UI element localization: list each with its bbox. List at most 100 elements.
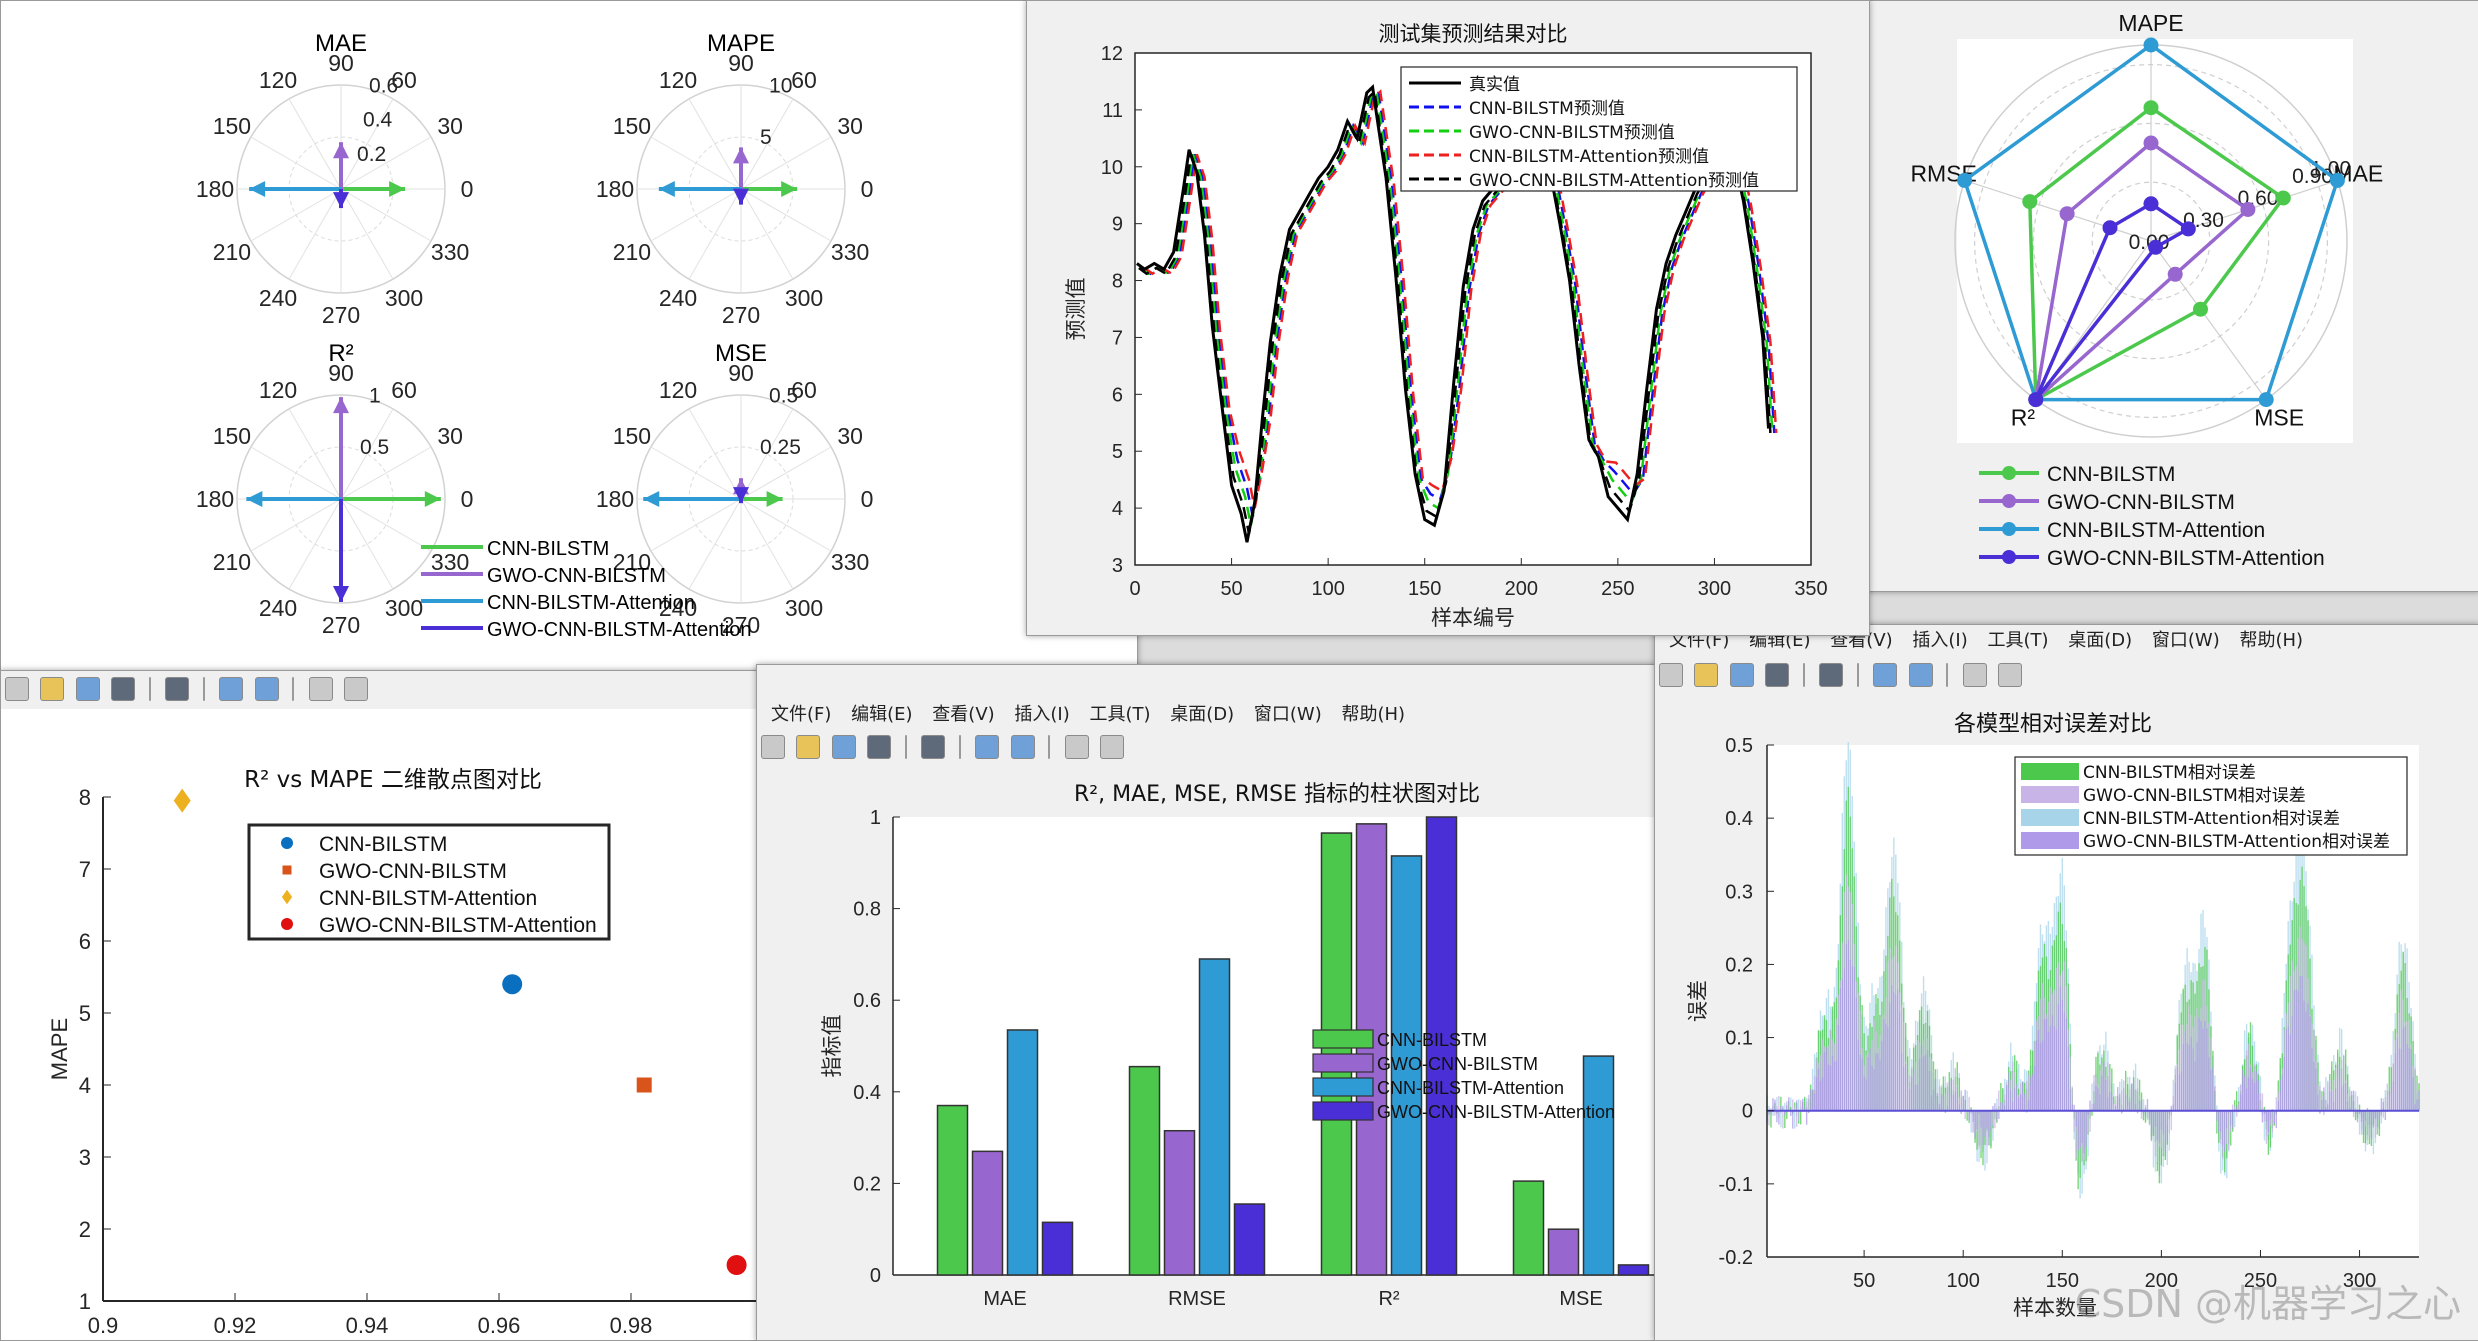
ts-title: 测试集预测结果对比 [1379, 22, 1568, 46]
property-editor-icon[interactable] [343, 677, 368, 701]
toolbar-separator [904, 735, 907, 759]
pointer-icon[interactable] [1064, 735, 1089, 759]
compass-angle-tick: 30 [837, 113, 863, 139]
error-toolbar [1655, 657, 2478, 695]
link-plot-icon[interactable] [921, 735, 946, 759]
new-figure-icon[interactable] [1659, 663, 1683, 687]
scatter-legend-label: GWO-CNN-BILSTM-Attention [319, 914, 597, 937]
ts-y-tick-label: 3 [1112, 555, 1123, 577]
scatter-y-tick-label: 7 [79, 857, 91, 882]
new-figure-icon[interactable] [761, 735, 785, 759]
menu-insert[interactable]: 插入(I) [1014, 701, 1069, 729]
compass-angle-tick: 270 [322, 302, 360, 328]
compass-figure-window: 90 120 150 180 210 240 270 300 330 0 30 60 0.2 0.4 0.6… [0, 0, 1138, 676]
radar-series-point [2193, 301, 2208, 317]
toolbar-separator [1856, 663, 1859, 687]
compass-angle-tick: 180 [596, 486, 634, 512]
print-icon[interactable] [1765, 663, 1790, 687]
compass-angle-tick: 120 [659, 67, 697, 93]
scatter-legend-label: CNN-BILSTM [319, 833, 447, 856]
pointer-icon[interactable] [1962, 663, 1987, 687]
compass-title: R² [328, 340, 353, 367]
ts-y-tick-label: 11 [1102, 100, 1123, 122]
ts-y-tick-label: 5 [1112, 441, 1123, 463]
compass-angle-tick: 210 [213, 549, 251, 575]
save-icon[interactable] [75, 677, 100, 701]
bar-rect [1512, 1180, 1545, 1276]
menu-window[interactable]: 窗口(W) [1254, 701, 1322, 729]
print-icon[interactable] [111, 677, 136, 701]
scatter-y-tick-label: 1 [79, 1289, 91, 1314]
bar-y-tick-label: 0.8 [853, 899, 881, 921]
scatter-y-tick-label: 4 [79, 1073, 91, 1098]
legend-icon[interactable] [1908, 663, 1933, 687]
menu-tools[interactable]: 工具(T) [1089, 701, 1150, 729]
error-y-tick-label: 0.2 [1725, 954, 1753, 976]
bar-y-tick-label: 0.6 [853, 990, 881, 1012]
legend-icon[interactable] [254, 677, 279, 701]
save-icon[interactable] [831, 735, 856, 759]
ts-x-label: 样本编号 [1431, 606, 1515, 630]
menu-file[interactable]: 文件(F) [771, 701, 831, 729]
bar-rect [1041, 1221, 1074, 1276]
bar-figure-window: 文件(F) 编辑(E) 查看(V) 插入(I) 工具(T) 桌面(D) 窗口(W… [756, 664, 1664, 1341]
scatter-toolbar [1, 671, 777, 709]
pointer-icon[interactable] [308, 677, 333, 701]
compass-angle-tick: 330 [431, 549, 469, 575]
open-file-icon[interactable] [796, 735, 821, 759]
toolbar-separator [958, 735, 961, 759]
bar-category-label: R² [1378, 1288, 1399, 1310]
ts-y-tick-label: 9 [1112, 214, 1123, 236]
scatter-title: R² vs MAPE 二维散点图对比 [244, 767, 542, 793]
radar-legend-marker [2002, 522, 2016, 536]
toolbar-separator [1802, 663, 1805, 687]
bar-y-tick-label: 0 [870, 1265, 881, 1287]
toolbar-separator [1048, 735, 1051, 759]
legend-icon[interactable] [1010, 735, 1035, 759]
ts-y-tick-label: 4 [1112, 498, 1123, 520]
menu-tools[interactable]: 工具(T) [1987, 627, 2048, 655]
colorbar-icon[interactable] [219, 677, 244, 701]
menu-help[interactable]: 帮助(H) [1341, 701, 1405, 729]
compass-legend-label: CNN-BILSTM [487, 538, 609, 560]
colorbar-icon[interactable] [975, 735, 1000, 759]
menu-desktop[interactable]: 桌面(D) [2068, 627, 2132, 655]
scatter-point [282, 865, 292, 875]
bar-menubar: 文件(F) 编辑(E) 查看(V) 插入(I) 工具(T) 桌面(D) 窗口(W… [757, 701, 1663, 729]
radar-legend-label: CNN-BILSTM [2047, 463, 2175, 486]
error-y-tick-label: 0.3 [1725, 881, 1753, 903]
property-editor-icon[interactable] [1997, 663, 2022, 687]
link-plot-icon[interactable] [165, 677, 190, 701]
new-figure-icon[interactable] [5, 677, 29, 701]
bar-rect [1163, 1129, 1196, 1276]
save-icon[interactable] [1729, 663, 1754, 687]
bar-legend-swatch [1312, 1053, 1374, 1073]
menu-view[interactable]: 查看(V) [932, 701, 994, 729]
menu-help[interactable]: 帮助(H) [2239, 627, 2303, 655]
colorbar-icon[interactable] [1873, 663, 1898, 687]
menu-desktop[interactable]: 桌面(D) [1170, 701, 1234, 729]
radar-series-point [2143, 100, 2159, 116]
radar-chart: 0.000.300.600.901.00MAPEMAEMSER²RMSECNN-… [1861, 1, 2478, 591]
compass-angle-tick: 120 [259, 67, 297, 93]
bar-category-label: MAE [983, 1288, 1026, 1310]
print-icon[interactable] [867, 735, 892, 759]
error-title: 各模型相对误差对比 [1954, 712, 2152, 737]
menu-insert[interactable]: 插入(I) [1912, 627, 1967, 655]
radar-series-point [1957, 172, 1973, 188]
error-y-tick-label: 0 [1742, 1101, 1753, 1123]
ts-x-tick-label: 0 [1129, 578, 1140, 600]
menu-edit[interactable]: 编辑(E) [851, 701, 912, 729]
radar-legend-marker [2002, 550, 2016, 564]
menu-window[interactable]: 窗口(W) [2152, 627, 2220, 655]
ts-y-tick-label: 12 [1101, 43, 1123, 65]
link-plot-icon[interactable] [1819, 663, 1844, 687]
scatter-point [502, 974, 523, 995]
scatter-y-tick-label: 3 [79, 1145, 91, 1170]
property-editor-icon[interactable] [1099, 735, 1124, 759]
compass-angle-tick: 60 [791, 67, 817, 93]
open-file-icon[interactable] [40, 677, 65, 701]
open-file-icon[interactable] [1694, 663, 1719, 687]
radar-series-point [2028, 392, 2044, 408]
scatter-point [636, 1077, 652, 1093]
